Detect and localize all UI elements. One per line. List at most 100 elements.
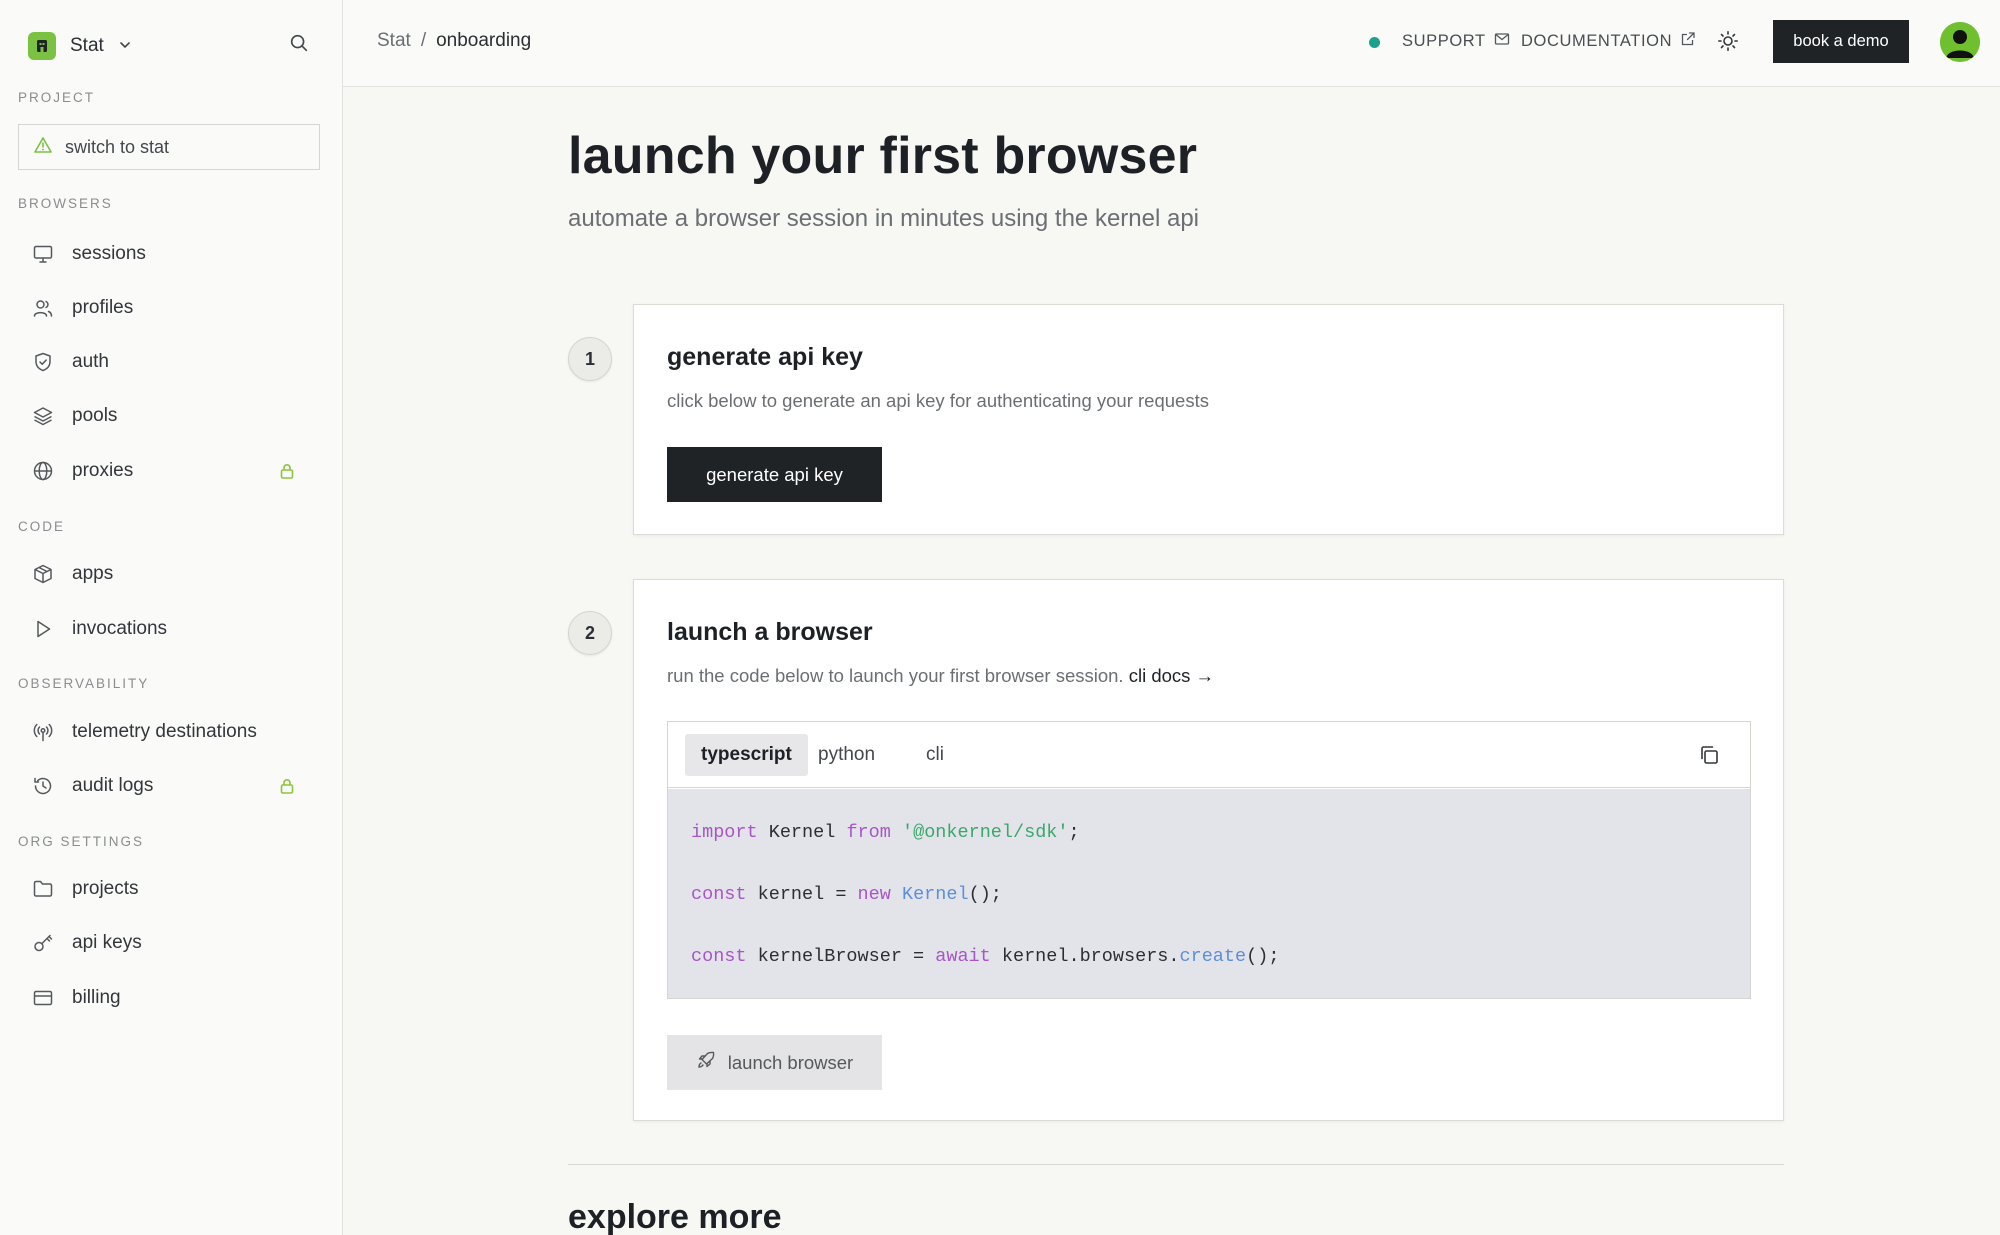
sidebar-item-telemetry-destinations[interactable]: telemetry destinations [32,712,312,752]
broadcast-icon [32,721,54,743]
explore-more-heading: explore more [568,1198,782,1235]
chevron-down-icon [118,35,132,58]
switch-project-label: switch to stat [65,136,170,157]
sidebar-item-label: auth [72,351,109,372]
page-subtitle: automate a browser session in minutes us… [568,205,1200,232]
org-name: Stat [70,35,104,56]
sidebar-item-api-keys[interactable]: api keys [32,923,312,963]
key-icon [32,932,54,954]
documentation-label: DOCUMENTATION [1521,32,1673,50]
rocket-icon [696,1050,716,1075]
users-icon [32,297,54,319]
section-label-observability: OBSERVABILITY [18,676,150,691]
code-tabs: typescript python cli [668,722,1750,788]
sidebar-item-label: telemetry destinations [72,721,257,742]
org-switcher[interactable]: Stat [28,32,132,60]
section-label-code: CODE [18,519,66,534]
sidebar-item-profiles[interactable]: profiles [32,288,312,328]
sidebar-item-billing[interactable]: billing [32,978,312,1018]
status-dot [1369,37,1380,48]
sidebar-item-auth[interactable]: auth [32,342,312,382]
history-icon [32,775,54,797]
documentation-link[interactable]: DOCUMENTATION [1521,31,1696,52]
sidebar-item-label: profiles [72,297,134,318]
sidebar-item-proxies[interactable]: proxies [32,451,312,491]
book-demo-button[interactable]: book a demo [1773,20,1909,63]
page-title: launch your first browser [568,127,1198,185]
section-divider [568,1164,1784,1165]
step-card-launch-browser: launch a browser run the code below to l… [633,579,1784,1121]
lock-icon [278,462,296,480]
tab-python[interactable]: python [802,734,891,776]
tab-typescript[interactable]: typescript [685,734,808,776]
code-text: (); [1246,946,1280,967]
layers-icon [32,405,54,427]
code-keyword: import [691,822,758,843]
support-link[interactable]: SUPPORT [1402,31,1510,52]
sidebar-item-apps[interactable]: apps [32,554,312,594]
code-text: ; [1068,822,1080,843]
code-keyword: new [857,884,891,905]
step-title: generate api key [667,343,863,371]
external-link-icon [1680,31,1696,52]
step-description: click below to generate an api key for a… [667,390,1209,411]
code-text: (); [968,884,1002,905]
sidebar-item-label: sessions [72,243,146,264]
step-title: launch a browser [667,618,873,646]
breadcrumb-current: onboarding [436,30,532,51]
tab-cli[interactable]: cli [910,734,960,776]
sidebar-item-label: api keys [72,932,142,953]
search-icon[interactable] [288,32,314,58]
code-line-3: const kernelBrowser = await kernel.brows… [691,946,1279,967]
switch-project-button[interactable]: switch to stat [18,124,320,170]
launch-browser-button[interactable]: launch browser [667,1035,882,1090]
sidebar-item-invocations[interactable]: invocations [32,609,312,649]
sidebar-item-label: audit logs [72,775,154,796]
code-function: create [1179,946,1247,967]
app: Stat PROJECT switch to stat BROWSERS ses… [0,0,2000,1235]
section-label-org-settings: ORG SETTINGS [18,834,145,849]
credit-card-icon [32,987,54,1009]
code-keyword: const [691,946,747,967]
breadcrumb-root[interactable]: Stat [377,30,411,52]
avatar[interactable] [1940,22,1980,62]
breadcrumb-separator: / [420,30,427,51]
sidebar-item-pools[interactable]: pools [32,396,312,436]
support-label: SUPPORT [1402,32,1486,50]
sidebar-item-label: proxies [72,460,134,481]
main-content: Stat / onboarding SUPPORT DOCUMENTATION [343,0,2000,1235]
sidebar-item-label: billing [72,987,121,1008]
sidebar-item-sessions[interactable]: sessions [32,234,312,274]
shield-check-icon [32,351,54,373]
code-text: kernel = [746,884,858,905]
section-label-browsers: BROWSERS [18,196,113,211]
copy-icon[interactable] [1698,744,1722,768]
sidebar-item-projects[interactable]: projects [32,869,312,909]
section-label-project: PROJECT [18,90,96,105]
code-text: kernelBrowser = [746,946,936,967]
sidebar-item-label: pools [72,405,118,426]
code-text: kernel.browsers. [990,946,1180,967]
cli-docs-link[interactable]: cli docs → [1129,665,1214,686]
warning-icon [33,135,53,160]
step-card-generate-api-key: generate api key click below to generate… [633,304,1784,535]
code-text: Kernel [757,822,847,843]
org-logo-icon [28,32,56,60]
code-block: import Kernel from '@onkernel/sdk'; cons… [668,789,1750,998]
top-bar: Stat / onboarding SUPPORT DOCUMENTATION [343,0,2000,87]
globe-icon [32,460,54,482]
theme-toggle-sun-icon[interactable] [1717,30,1741,54]
step-number-2: 2 [568,611,612,655]
mail-icon [1494,31,1510,52]
code-line-1: import Kernel from '@onkernel/sdk'; [691,822,1080,843]
sidebar-item-label: invocations [72,618,168,639]
sidebar: Stat PROJECT switch to stat BROWSERS ses… [0,0,343,1235]
sidebar-item-audit-logs[interactable]: audit logs [32,766,312,806]
step-description-text: run the code below to launch your first … [667,665,1124,686]
generate-api-key-button[interactable]: generate api key [667,447,882,502]
code-function: Kernel [901,884,969,905]
sidebar-item-label: apps [72,563,114,584]
code-keyword: await [935,946,991,967]
